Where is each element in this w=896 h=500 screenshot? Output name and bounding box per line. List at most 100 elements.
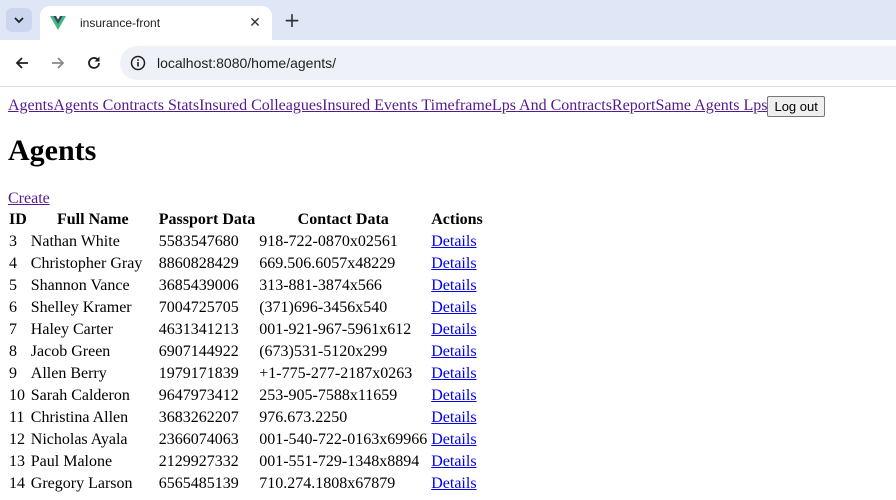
cell-contact-data: 918-722-0870x02561 bbox=[259, 233, 398, 250]
cell-contact-data: 001-540-722-0163x69966 bbox=[259, 431, 428, 448]
cell-full-name: Jacob Green bbox=[30, 343, 111, 360]
cell-actions: Details bbox=[430, 386, 484, 406]
cell-actions: Details bbox=[430, 298, 484, 318]
table-row: 6 Shelley Kramer 7004725705 (371)696-3456x5… bbox=[8, 298, 484, 318]
browser-tab[interactable]: insurance-front ✕ bbox=[40, 6, 272, 40]
details-link[interactable]: Details bbox=[431, 233, 476, 250]
nav-link-report[interactable]: Report bbox=[612, 97, 656, 115]
cell-full-name: Nathan White bbox=[30, 233, 120, 250]
cell-id: 8 bbox=[9, 343, 17, 360]
nav-link-lps-and-contracts[interactable]: Lps And Contracts bbox=[492, 97, 612, 115]
cell-full-name: Sarah Calderon bbox=[30, 387, 130, 404]
browser-toolbar: localhost:8080/home/agents/ bbox=[0, 40, 896, 87]
cell-id: 10 bbox=[9, 387, 25, 404]
nav-link-agents[interactable]: Agents bbox=[8, 97, 53, 115]
nav-link-insured-colleagues[interactable]: Insured Colleagues bbox=[199, 97, 322, 115]
cell-contact-data: 976.673.2250 bbox=[259, 409, 348, 426]
cell-actions: Details bbox=[430, 276, 484, 296]
details-link[interactable]: Details bbox=[431, 453, 476, 470]
table-body: 3 Nathan White 5583547680 918-722-0870x0256… bbox=[8, 232, 484, 494]
cell-contact-data: +1-775-277-2187x0263 bbox=[259, 365, 413, 382]
tab-search-button[interactable] bbox=[6, 8, 32, 32]
cell-passport-data: 1979171839 bbox=[158, 365, 239, 382]
details-link[interactable]: Details bbox=[431, 321, 476, 338]
cell-contact-data: 001-921-967-5961x612 bbox=[259, 321, 412, 338]
cell-passport-data: 4631341213 bbox=[158, 321, 239, 338]
table-header-row: ID Full Name Passport Data Contact Data … bbox=[8, 210, 484, 230]
cell-actions: Details bbox=[430, 474, 484, 494]
cell-full-name: Christina Allen bbox=[30, 409, 129, 426]
cell-passport-data: 6907144922 bbox=[158, 343, 239, 360]
cell-actions: Details bbox=[430, 254, 484, 274]
cell-passport-data: 7004725705 bbox=[158, 299, 239, 316]
cell-contact-data: 710.274.1808x67879 bbox=[259, 475, 396, 492]
details-link[interactable]: Details bbox=[431, 343, 476, 360]
cell-full-name: Nicholas Ayala bbox=[30, 431, 128, 448]
cell-id: 14 bbox=[9, 475, 25, 492]
arrow-right-icon bbox=[52, 57, 65, 69]
details-link[interactable]: Details bbox=[431, 255, 476, 272]
agents-table: ID Full Name Passport Data Contact Data … bbox=[6, 208, 486, 496]
column-header-passport-data: Passport Data bbox=[158, 211, 256, 228]
cell-id: 12 bbox=[9, 431, 25, 448]
cell-actions: Details bbox=[430, 430, 484, 450]
details-link[interactable]: Details bbox=[431, 431, 476, 448]
cell-full-name: Christopher Gray bbox=[30, 255, 143, 272]
column-header-id: ID bbox=[9, 211, 27, 228]
reload-button[interactable] bbox=[82, 51, 106, 75]
cell-id: 11 bbox=[9, 409, 25, 426]
nav-link-insured-events-timeframe[interactable]: Insured Events Timeframe bbox=[322, 97, 492, 115]
close-icon[interactable]: ✕ bbox=[246, 14, 264, 32]
page-title: Agents bbox=[8, 134, 97, 167]
table-row: 10 Sarah Calderon 9647973412 253-905-7588x1… bbox=[8, 386, 484, 406]
forward-button[interactable] bbox=[46, 51, 70, 75]
cell-full-name: Gregory Larson bbox=[30, 475, 133, 492]
cell-contact-data: 313-881-3874x566 bbox=[259, 277, 382, 294]
url-text: localhost:8080/home/agents/ bbox=[157, 55, 337, 71]
tab-strip: insurance-front ✕ + bbox=[0, 0, 896, 40]
cell-contact-data: 669.506.6057x48229 bbox=[259, 255, 396, 272]
page-content: Agents Agents Contracts Stats Insured Coll… bbox=[8, 86, 888, 496]
details-link[interactable]: Details bbox=[431, 365, 476, 382]
top-navigation: Agents Agents Contracts Stats Insured Coll… bbox=[8, 94, 888, 118]
details-link[interactable]: Details bbox=[431, 277, 476, 294]
info-icon[interactable] bbox=[130, 55, 146, 71]
logout-button[interactable]: Log out bbox=[767, 95, 825, 117]
nav-link-agents-contracts-stats[interactable]: Agents Contracts Stats bbox=[53, 97, 199, 115]
back-button[interactable] bbox=[10, 51, 34, 75]
cell-passport-data: 8860828429 bbox=[158, 255, 239, 272]
cell-id: 9 bbox=[9, 365, 17, 382]
address-bar[interactable]: localhost:8080/home/agents/ bbox=[120, 46, 896, 80]
new-tab-button[interactable]: + bbox=[282, 8, 302, 32]
cell-contact-data: 253-905-7588x11659 bbox=[259, 387, 398, 404]
table-row: 3 Nathan White 5583547680 918-722-0870x0256… bbox=[8, 232, 484, 252]
cell-contact-data: (371)696-3456x540 bbox=[259, 299, 388, 316]
cell-contact-data: 001-551-729-1348x8894 bbox=[259, 453, 420, 470]
cell-passport-data: 2366074063 bbox=[158, 431, 239, 448]
cell-full-name: Allen Berry bbox=[30, 365, 107, 382]
column-header-full-name: Full Name bbox=[57, 211, 129, 228]
cell-full-name: Shelley Kramer bbox=[30, 299, 132, 316]
cell-passport-data: 6565485139 bbox=[158, 475, 239, 492]
cell-full-name: Paul Malone bbox=[30, 453, 113, 470]
arrow-left-icon bbox=[15, 57, 28, 69]
details-link[interactable]: Details bbox=[431, 475, 476, 492]
cell-actions: Details bbox=[430, 232, 484, 252]
cell-id: 5 bbox=[9, 277, 17, 294]
cell-passport-data: 3683262207 bbox=[158, 409, 239, 426]
table-row: 14 Gregory Larson 6565485139 710.274.1808x6… bbox=[8, 474, 484, 494]
cell-passport-data: 9647973412 bbox=[158, 387, 239, 404]
cell-passport-data: 5583547680 bbox=[158, 233, 239, 250]
details-link[interactable]: Details bbox=[431, 299, 476, 316]
details-link[interactable]: Details bbox=[431, 387, 476, 404]
cell-passport-data: 3685439006 bbox=[158, 277, 239, 294]
table-row: 4 Christopher Gray 8860828429 669.506.6057x… bbox=[8, 254, 484, 274]
details-link[interactable]: Details bbox=[431, 409, 476, 426]
table-row: 5 Shannon Vance 3685439006 313-881-3874x566… bbox=[8, 276, 484, 296]
cell-id: 3 bbox=[9, 233, 17, 250]
cell-full-name: Shannon Vance bbox=[30, 277, 130, 294]
table-row: 9 Allen Berry 1979171839 +1-775-277-2187x02… bbox=[8, 364, 484, 384]
cell-actions: Details bbox=[430, 452, 484, 472]
create-link[interactable]: Create bbox=[8, 190, 888, 208]
nav-link-same-agents-lps[interactable]: Same Agents Lps bbox=[655, 97, 767, 115]
